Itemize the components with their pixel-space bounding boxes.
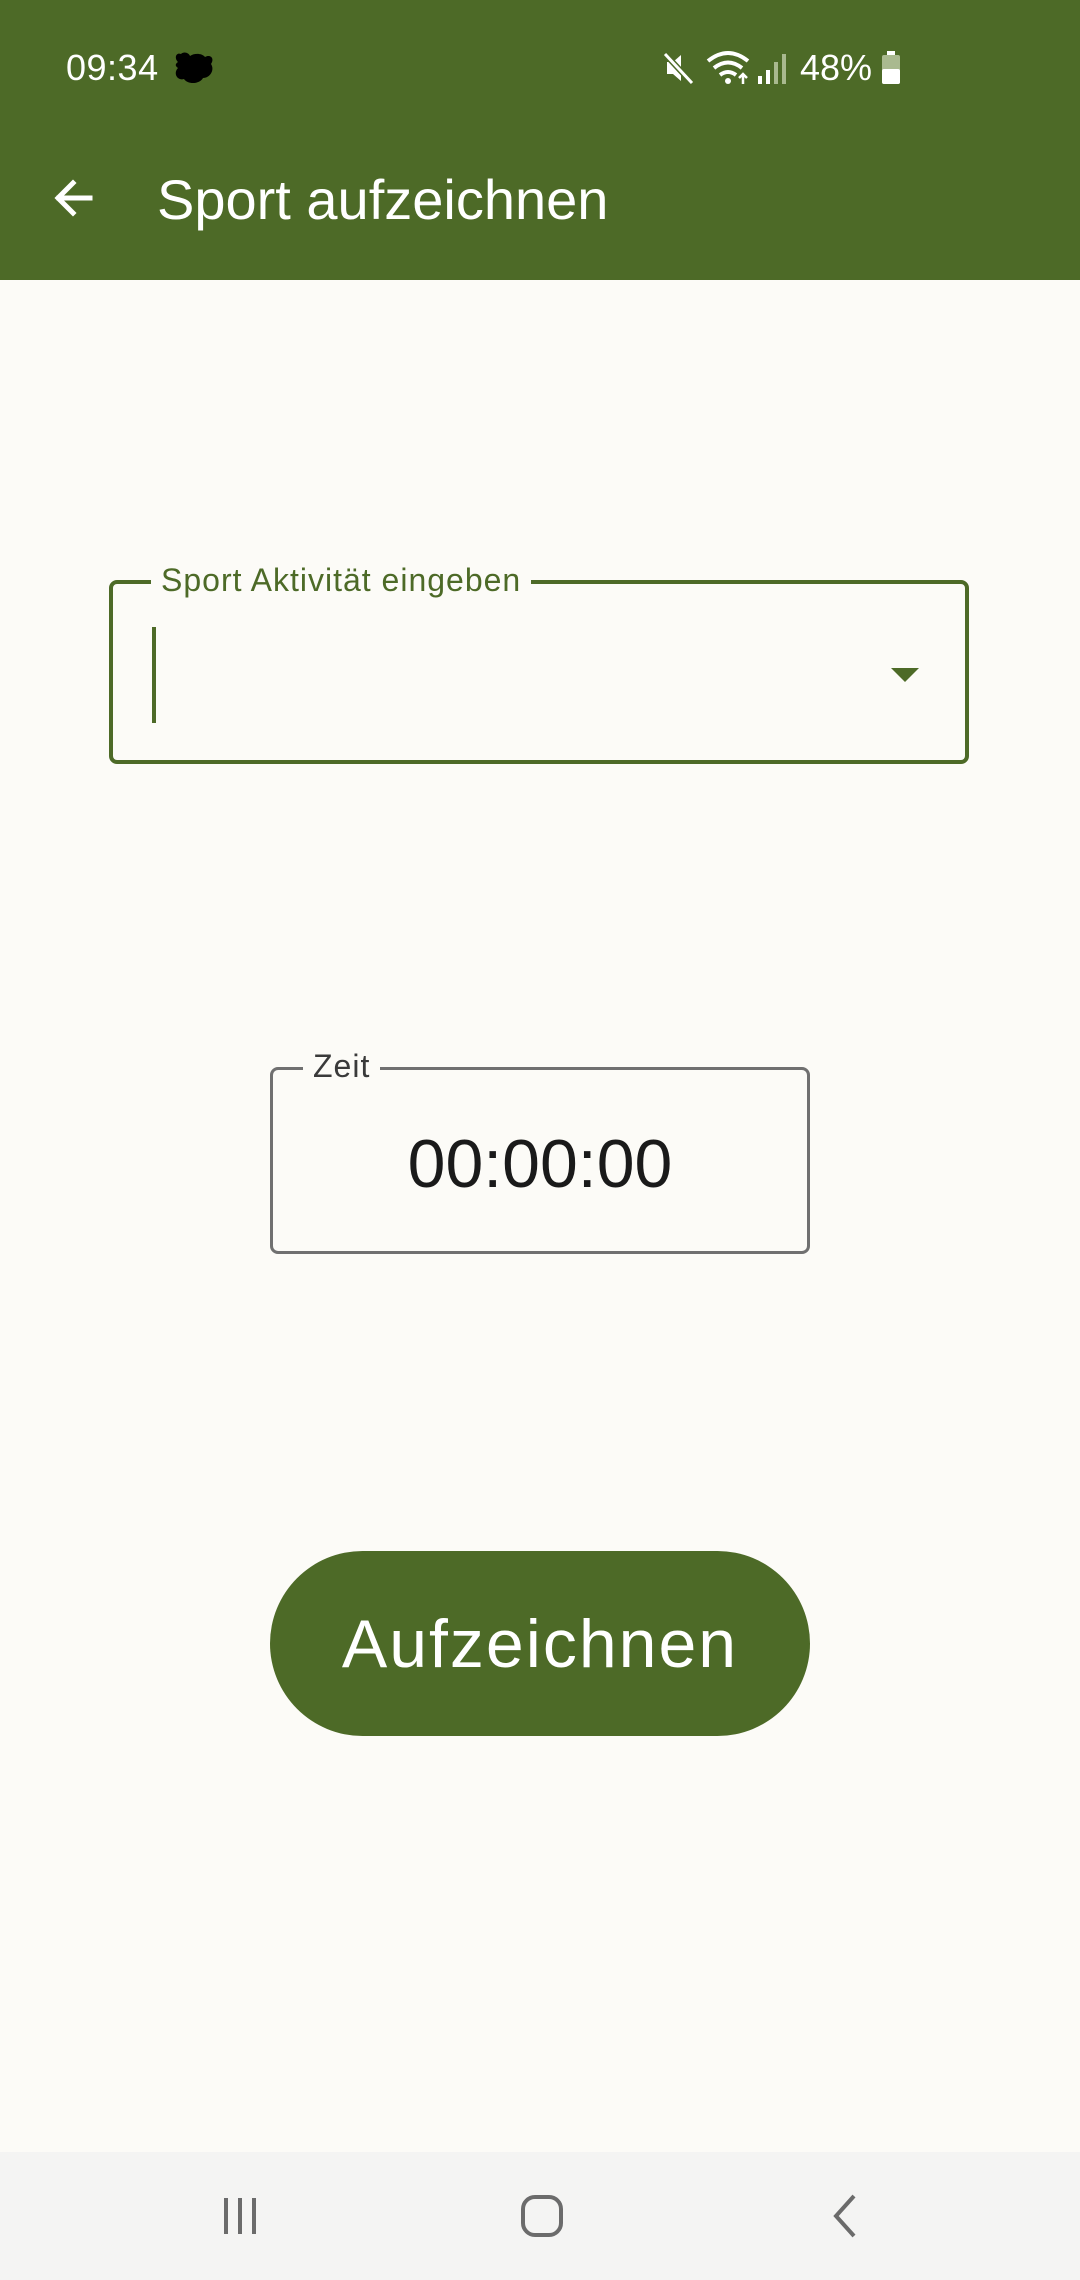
battery-icon [882,51,900,84]
battery-percent: 48% [800,47,873,88]
back-nav-button[interactable] [806,2176,886,2256]
sport-activity-label: Sport Aktivität eingeben [151,560,532,600]
text-caret [152,627,156,723]
time-label: Zeit [303,1046,381,1086]
signal-icon [758,54,786,84]
record-button[interactable]: Aufzeichnen [270,1551,810,1736]
arrow-left-icon [54,179,93,217]
wifi-icon [706,51,750,84]
recent-apps-button[interactable] [200,2176,280,2256]
back-button[interactable] [36,160,112,236]
dropdown-arrow-icon[interactable] [891,668,919,682]
time-field: Zeit 00:00:00 [270,1046,810,1254]
status-time: 09:34 [66,47,159,88]
sport-activity-input[interactable]: Sport Aktivität eingeben [109,560,969,764]
status-bar: 09:34 48% [0,0,1080,134]
home-icon [521,2195,563,2237]
recent-apps-icon [224,2198,256,2234]
back-icon [833,2194,856,2238]
app-bar: Sport aufzeichnen [0,134,1080,280]
time-value: 00:00:00 [407,1126,673,1202]
system-nav-bar [0,2152,1080,2280]
notification-app-icon [175,52,213,84]
page-title: Sport aufzeichnen [157,168,609,231]
home-button[interactable] [502,2176,582,2256]
mute-icon [662,51,695,86]
